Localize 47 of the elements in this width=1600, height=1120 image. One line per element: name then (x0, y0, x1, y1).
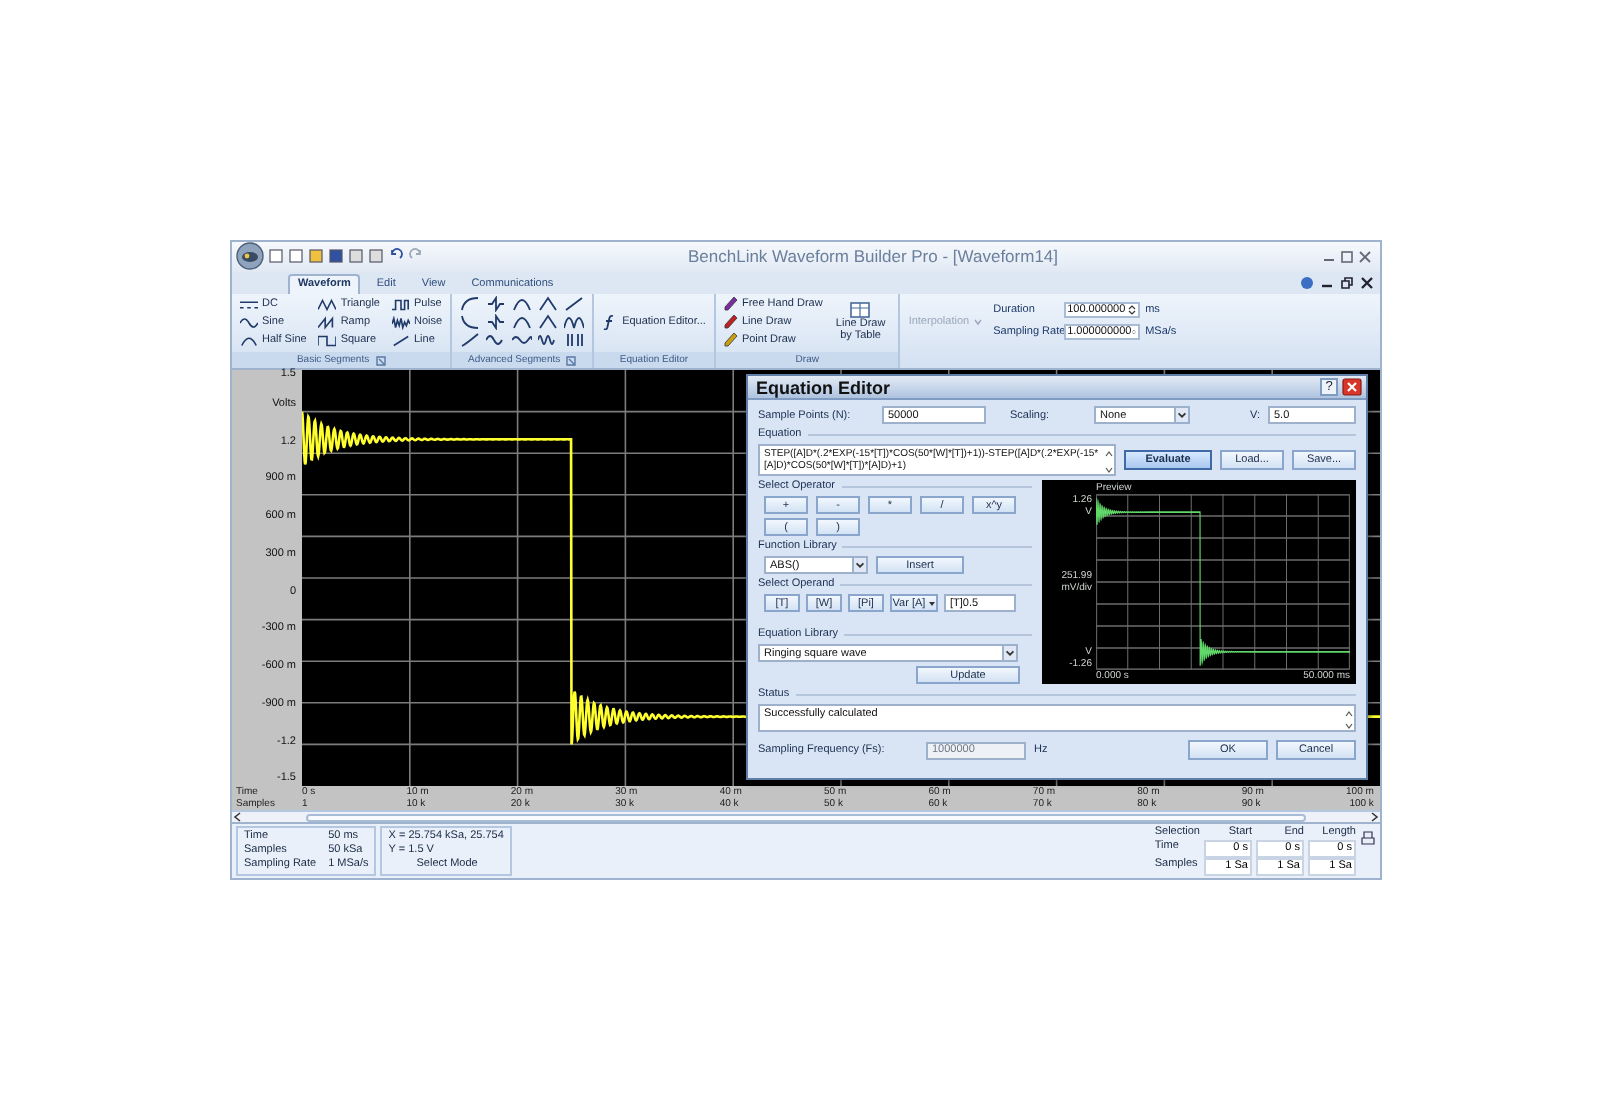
bars-icon[interactable] (564, 332, 585, 349)
wave-icon[interactable] (512, 332, 533, 349)
curve-icon[interactable] (460, 314, 481, 331)
line-icon (392, 333, 410, 348)
half-sine-icon (240, 333, 258, 348)
printer-icon[interactable] (1360, 830, 1376, 846)
sine-icon (240, 315, 258, 330)
double-arch-icon[interactable] (564, 314, 585, 331)
ramp-icon (318, 315, 337, 330)
scroll-right-icon[interactable] (1368, 812, 1380, 822)
caret-icon (973, 317, 982, 326)
scroll-arrows-icon[interactable] (1344, 708, 1354, 732)
maximize-icon[interactable] (1340, 249, 1354, 264)
spinner-arrows-icon[interactable] (1127, 303, 1136, 316)
caret-icon (852, 558, 866, 572)
table-icon (850, 302, 871, 319)
peak-icon[interactable] (538, 314, 559, 331)
curve-icon[interactable] (460, 332, 481, 349)
close-icon[interactable] (1360, 275, 1374, 290)
dialog-launcher-icon[interactable] (375, 355, 386, 365)
slope-icon[interactable] (564, 296, 585, 313)
caret-icon (1174, 408, 1188, 422)
window-title: BenchLink Waveform Builder Pro - [Waveform14] (685, 246, 1061, 267)
noise-icon (392, 315, 410, 330)
triangle-wave-icon (318, 297, 337, 312)
dialog-launcher-icon[interactable] (566, 355, 577, 365)
close-icon[interactable] (1342, 378, 1362, 396)
square-wave-icon (318, 333, 337, 348)
peak-icon[interactable] (538, 296, 559, 313)
undo-icon[interactable] (388, 248, 404, 265)
dialog-title: Equation Editor (756, 377, 892, 397)
arch-icon[interactable] (512, 296, 533, 313)
arch-icon[interactable] (512, 314, 533, 331)
curve-icon[interactable] (460, 296, 481, 313)
scroll-left-icon[interactable] (232, 812, 244, 822)
spike-icon[interactable] (486, 296, 507, 313)
app-logo-icon[interactable] (236, 242, 264, 271)
dc-icon (240, 297, 258, 312)
function-icon (602, 314, 619, 331)
restore-icon[interactable] (1340, 275, 1354, 290)
scroll-arrows-icon[interactable] (1104, 448, 1114, 476)
wave-icon[interactable] (486, 332, 507, 349)
spike-icon[interactable] (486, 314, 507, 331)
caret-icon (1002, 646, 1016, 660)
caret-icon (927, 599, 936, 607)
pulse-icon (392, 297, 410, 312)
damped-wave-icon[interactable] (538, 332, 559, 349)
